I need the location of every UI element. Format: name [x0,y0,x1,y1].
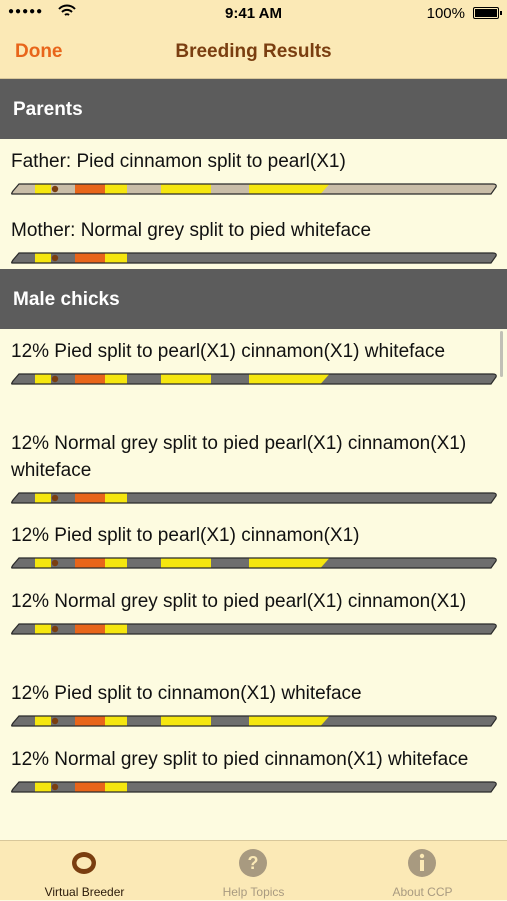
tab-help-topics[interactable]: ? Help Topics [169,841,338,901]
page-title: Breeding Results [175,41,332,62]
battery-percent: 100% [426,5,465,22]
list-item[interactable]: 12% Normal grey split to pied pearl(X1) … [0,421,507,513]
parent-row-mother[interactable]: Mother: Normal grey split to pied whitef… [0,208,507,269]
section-header-male-chicks: Male chicks [0,269,507,329]
results-list[interactable]: Parents Father: Pied cinnamon split to p… [0,79,507,840]
tab-label: About CCP [392,885,453,899]
chick-label: 12% Normal grey split to pied pearl(X1) … [11,433,467,481]
genotype-bar [11,781,497,793]
chick-label: 12% Pied split to pearl(X1) cinnamon(X1) [11,525,360,546]
genotype-bar [11,373,497,385]
question-icon: ? [239,849,267,877]
tab-bar: Virtual Breeder ? Help Topics About CCP [0,840,507,900]
navigation-bar: Done Breeding Results [0,28,507,79]
battery-icon [473,7,502,19]
chick-label: 12% Pied split to pearl(X1) cinnamon(X1)… [11,341,446,362]
parent-label: Father: Pied cinnamon split to pearl(X1) [11,151,346,172]
info-icon [408,849,436,877]
tab-virtual-breeder[interactable]: Virtual Breeder [0,841,169,901]
tab-label: Virtual Breeder [44,885,125,899]
chick-label: 12% Normal grey split to pied cinnamon(X… [11,749,469,770]
genotype-bar [11,252,497,264]
list-item[interactable]: 12% Normal grey split to pied pearl(X1) … [0,579,507,671]
tab-label: Help Topics [222,885,285,899]
chick-label: 12% Normal grey split to pied pearl(X1) … [11,591,467,612]
tab-about-ccp[interactable]: About CCP [338,841,507,901]
scroll-indicator[interactable] [500,331,503,377]
list-item[interactable]: 12% Normal grey split to pied cinnamon(X… [0,737,507,829]
status-bar: ●●●●● 9:41 AM 100% [0,0,507,28]
chick-label: 12% Pied split to cinnamon(X1) whiteface [11,683,362,704]
ring-icon [72,852,96,874]
done-button[interactable]: Done [15,41,63,63]
genotype-bar [11,557,497,569]
genotype-bar [11,183,497,195]
list-item[interactable]: 12% Pied split to pearl(X1) cinnamon(X1) [0,513,507,579]
list-item[interactable]: 12% Pied split to cinnamon(X1) whiteface [0,671,507,737]
parent-label: Mother: Normal grey split to pied whitef… [11,220,372,241]
genotype-bar [11,623,497,635]
list-item[interactable]: 12% Pied split to pearl(X1) cinnamon(X1)… [0,329,507,421]
genotype-bar [11,715,497,727]
svg-text:?: ? [248,853,259,873]
section-header-parents: Parents [0,79,507,139]
parent-row-father[interactable]: Father: Pied cinnamon split to pearl(X1) [0,139,507,208]
genotype-bar [11,492,497,504]
